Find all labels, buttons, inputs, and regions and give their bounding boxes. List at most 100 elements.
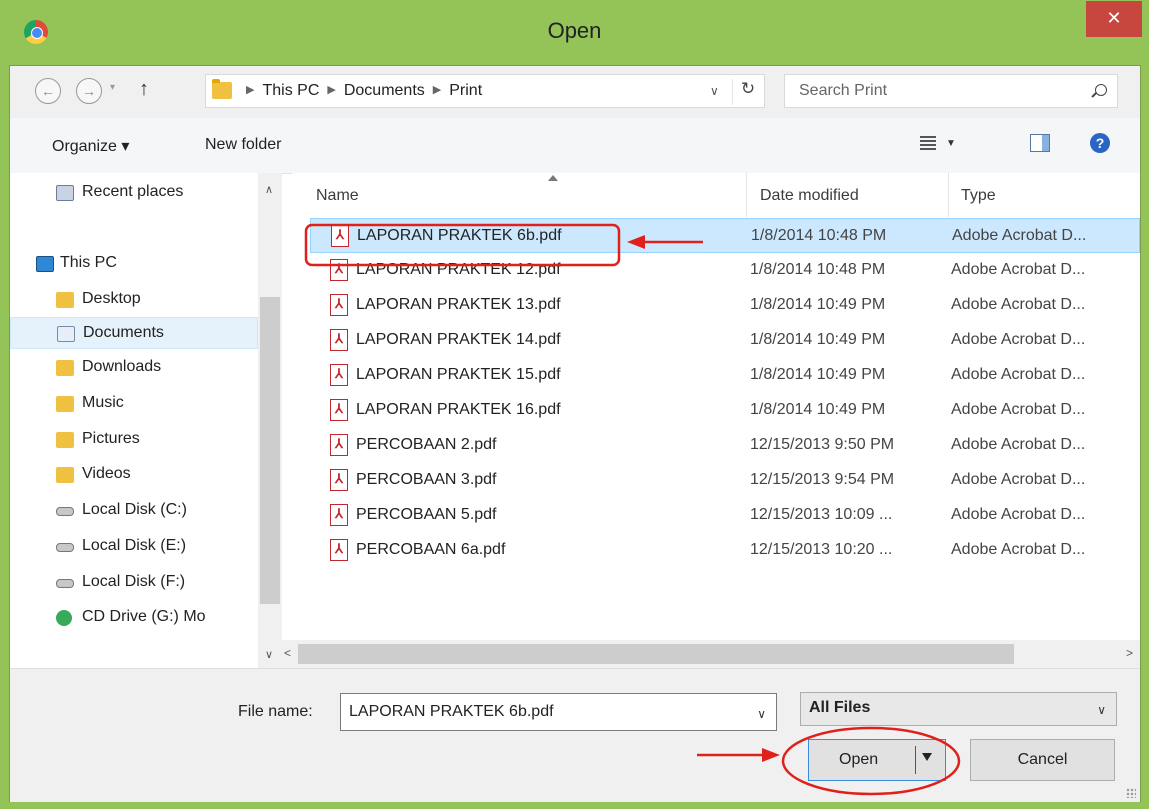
file-name: PERCOBAAN 5.pdf	[356, 506, 497, 523]
file-list: Name Date modified Type ⅄ LAPORAN PRAKTE…	[292, 173, 1140, 668]
file-row[interactable]: ⅄ PERCOBAAN 2.pdf 12/15/2013 9:50 PM Ado…	[310, 428, 1140, 463]
help-icon[interactable]: ?	[1090, 133, 1110, 153]
pdf-file-icon: ⅄	[330, 259, 348, 281]
pdf-file-icon: ⅄	[330, 469, 348, 491]
pdf-file-icon: ⅄	[330, 364, 348, 386]
sidebar-item-this-pc[interactable]: This PC	[10, 248, 258, 280]
sidebar-item-label: CD Drive (G:) Mo	[82, 608, 206, 625]
folder-icon	[56, 360, 74, 376]
folder-icon	[212, 79, 232, 99]
pdf-file-icon: ⅄	[330, 329, 348, 351]
scroll-up-icon[interactable]: ∧	[265, 183, 273, 196]
sidebar-item-label: Documents	[83, 324, 164, 341]
breadcrumb-separator[interactable]: ▶	[327, 84, 335, 96]
file-row[interactable]: ⅄ PERCOBAAN 5.pdf 12/15/2013 10:09 ... A…	[310, 498, 1140, 533]
recent-locations-dropdown[interactable]: ▾	[110, 82, 115, 93]
sort-ascending-icon	[548, 175, 558, 181]
change-view-icon[interactable]	[920, 136, 936, 150]
sidebar-item-label: Recent places	[82, 183, 184, 200]
sidebar-item-label: This PC	[60, 254, 117, 271]
breadcrumb-this-pc[interactable]: This PC	[262, 82, 319, 99]
file-row[interactable]: ⅄ PERCOBAAN 6a.pdf 12/15/2013 10:20 ... …	[310, 533, 1140, 568]
column-header-type[interactable]: Type	[961, 173, 1140, 217]
sidebar-item-desktop[interactable]: Desktop	[10, 284, 258, 316]
file-type: Adobe Acrobat D...	[951, 471, 1086, 488]
scrollbar-thumb[interactable]	[298, 644, 1014, 664]
organize-menu[interactable]: Organize ▾	[52, 136, 129, 156]
address-dropdown-button[interactable]: ∨	[710, 84, 719, 98]
file-row[interactable]: ⅄ PERCOBAAN 3.pdf 12/15/2013 9:54 PM Ado…	[310, 463, 1140, 498]
sidebar-item-videos[interactable]: Videos	[10, 459, 258, 491]
refresh-button[interactable]: ↻	[732, 79, 763, 105]
sidebar-item-local-disk-e[interactable]: Local Disk (E:)	[10, 531, 258, 563]
disk-icon	[56, 579, 74, 588]
file-date: 1/8/2014 10:48 PM	[751, 227, 887, 244]
file-row[interactable]: ⅄ LAPORAN PRAKTEK 14.pdf 1/8/2014 10:49 …	[310, 323, 1140, 358]
scroll-down-icon[interactable]: ∨	[265, 648, 273, 661]
file-type: Adobe Acrobat D...	[951, 261, 1086, 278]
breadcrumb-separator[interactable]: ▶	[433, 84, 441, 96]
search-icon[interactable]	[1095, 84, 1107, 96]
up-button[interactable]: ↑	[139, 78, 149, 101]
forward-button[interactable]: →	[76, 78, 102, 104]
preview-pane-icon[interactable]	[1030, 134, 1050, 152]
scrollbar-thumb[interactable]	[260, 297, 280, 604]
search-input[interactable]: Search Print	[784, 74, 1118, 108]
resize-grip[interactable]	[1126, 788, 1136, 798]
chevron-down-icon[interactable]: ∨	[757, 707, 766, 721]
file-name-label: File name:	[238, 703, 313, 720]
column-header-name[interactable]: Name	[316, 173, 746, 217]
sidebar-item-label: Videos	[82, 465, 131, 482]
breadcrumb-print[interactable]: Print	[449, 82, 482, 99]
window-title: Open	[547, 18, 602, 43]
file-date: 12/15/2013 9:50 PM	[750, 436, 895, 453]
file-row[interactable]: ⅄ LAPORAN PRAKTEK 15.pdf 1/8/2014 10:49 …	[310, 358, 1140, 393]
sidebar-item-music[interactable]: Music	[10, 388, 258, 420]
address-bar[interactable]: ▶ This PC ▶ Documents ▶ Print ∨ ↻	[205, 74, 765, 108]
file-type: Adobe Acrobat D...	[951, 401, 1086, 418]
open-button[interactable]: Open	[808, 739, 946, 781]
file-row[interactable]: ⅄ LAPORAN PRAKTEK 13.pdf 1/8/2014 10:49 …	[310, 288, 1140, 323]
file-type: Adobe Acrobat D...	[951, 366, 1086, 383]
sidebar-item-label: Local Disk (C:)	[82, 501, 187, 518]
sidebar-item-pictures[interactable]: Pictures	[10, 424, 258, 456]
back-button[interactable]: ←	[35, 78, 61, 104]
open-options-dropdown-icon[interactable]	[922, 753, 932, 761]
title-bar[interactable]: Open ✕	[0, 0, 1149, 64]
file-date: 12/15/2013 10:09 ...	[750, 506, 893, 523]
column-divider[interactable]	[948, 173, 949, 217]
navigation-pane-scrollbar[interactable]: ∧ ∨	[258, 173, 282, 668]
new-folder-button[interactable]: New folder	[205, 136, 281, 154]
column-header-date-modified[interactable]: Date modified	[760, 173, 948, 217]
file-row[interactable]: ⅄ LAPORAN PRAKTEK 16.pdf 1/8/2014 10:49 …	[310, 393, 1140, 428]
file-date: 1/8/2014 10:48 PM	[750, 261, 886, 278]
file-row[interactable]: ⅄ LAPORAN PRAKTEK 12.pdf 1/8/2014 10:48 …	[310, 253, 1140, 288]
file-date: 1/8/2014 10:49 PM	[750, 401, 886, 418]
horizontal-scrollbar[interactable]: < >	[282, 640, 1140, 668]
open-button-label: Open	[839, 751, 879, 768]
scroll-right-icon[interactable]: >	[1126, 646, 1133, 660]
chevron-down-icon[interactable]: ∨	[1097, 703, 1106, 717]
close-button[interactable]: ✕	[1086, 1, 1142, 37]
file-type-filter[interactable]: All Files ∨	[800, 692, 1117, 726]
sidebar-item-local-disk-c[interactable]: Local Disk (C:)	[10, 495, 258, 527]
sidebar-item-label: Desktop	[82, 290, 141, 307]
sidebar-item-cd-drive-g[interactable]: CD Drive (G:) Mo	[10, 602, 258, 634]
file-name-field[interactable]: LAPORAN PRAKTEK 6b.pdf ∨	[340, 693, 777, 731]
navigation-bar: ← → ▾ ↑ ▶ This PC ▶ Documents ▶ Print ∨ ↻ Sea…	[10, 66, 1140, 118]
sidebar-item-local-disk-f[interactable]: Local Disk (F:)	[10, 567, 258, 599]
cancel-button[interactable]: Cancel	[970, 739, 1115, 781]
sidebar-item-recent-places[interactable]: Recent places	[10, 177, 258, 209]
column-divider[interactable]	[746, 173, 747, 217]
file-name-value[interactable]: LAPORAN PRAKTEK 6b.pdf	[349, 703, 554, 721]
view-options-dropdown[interactable]: ▼	[946, 138, 956, 149]
sidebar-item-documents[interactable]: Documents	[10, 317, 258, 349]
breadcrumb-documents[interactable]: Documents	[344, 82, 425, 99]
scroll-left-icon[interactable]: <	[284, 646, 291, 660]
sidebar-item-downloads[interactable]: Downloads	[10, 352, 258, 384]
file-row-selected[interactable]: ⅄ LAPORAN PRAKTEK 6b.pdf 1/8/2014 10:48 …	[310, 218, 1140, 253]
pdf-file-icon: ⅄	[330, 504, 348, 526]
file-type: Adobe Acrobat D...	[952, 227, 1087, 244]
sidebar-item-label: Downloads	[82, 358, 162, 375]
sidebar-item-label: Local Disk (E:)	[82, 537, 187, 554]
